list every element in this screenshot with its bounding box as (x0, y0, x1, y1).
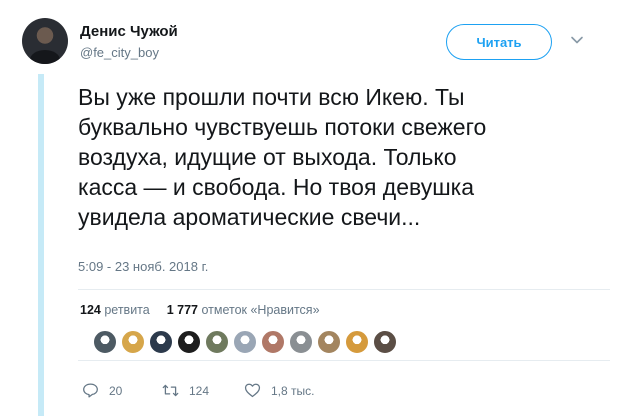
reply-button[interactable]: 20 (82, 382, 162, 399)
reply-count: 20 (109, 383, 123, 398)
reply-icon (83, 383, 98, 398)
tweet-actions: 20 124 1,8 тыс. (82, 382, 314, 399)
user-handle[interactable]: @fe_city_boy (80, 45, 159, 60)
retweet-icon (162, 384, 179, 397)
likes-count[interactable]: 1 777 (167, 303, 198, 317)
avatar-1-icon[interactable] (93, 330, 117, 354)
tweet-line: буквально чувствуешь потоки свежего (78, 114, 487, 140)
follow-button[interactable]: Читать (446, 24, 552, 60)
heart-icon (244, 383, 261, 398)
likes-label[interactable]: отметок «Нравится» (201, 303, 319, 317)
liker-avatars (93, 330, 401, 354)
retweet-count: 124 (189, 383, 210, 398)
tweet-timestamp[interactable]: 5:09 - 23 нояб. 2018 г. (78, 259, 208, 274)
avatar-8-icon[interactable] (289, 330, 313, 354)
tweet-line: увидела ароматические свечи... (78, 204, 421, 230)
retweets-count[interactable]: 124 (80, 303, 101, 317)
thread-line (38, 74, 44, 416)
avatar-3-icon[interactable] (149, 330, 173, 354)
tweet-line: Вы уже прошли почти всю Икею. Ты (78, 84, 465, 110)
avatar-4-icon[interactable] (177, 330, 201, 354)
avatar-7-icon[interactable] (261, 330, 285, 354)
retweet-button[interactable]: 124 (162, 382, 244, 399)
user-name[interactable]: Денис Чужой (80, 23, 178, 40)
tweet-stats: 124 ретвита 1 777 отметок «Нравится» (80, 303, 320, 317)
tweet-text: Вы уже прошли почти всю Икею. Ты букваль… (78, 82, 598, 232)
chevron-down-icon[interactable] (570, 33, 584, 47)
avatar-2-icon[interactable] (121, 330, 145, 354)
like-count: 1,8 тыс. (271, 383, 315, 398)
avatar-9-icon[interactable] (317, 330, 341, 354)
divider (78, 289, 610, 290)
tweet-line: воздуха, идущие от выхода. Только (78, 144, 457, 170)
tweet-line: касса — и свобода. Но твоя девушка (78, 174, 475, 200)
divider (78, 360, 610, 361)
avatar-5-icon[interactable] (205, 330, 229, 354)
avatar[interactable] (22, 18, 68, 64)
retweets-label[interactable]: ретвита (104, 303, 149, 317)
avatar-6-icon[interactable] (233, 330, 257, 354)
like-button[interactable]: 1,8 тыс. (244, 382, 314, 399)
avatar-10-icon[interactable] (345, 330, 369, 354)
avatar-11-icon[interactable] (373, 330, 397, 354)
